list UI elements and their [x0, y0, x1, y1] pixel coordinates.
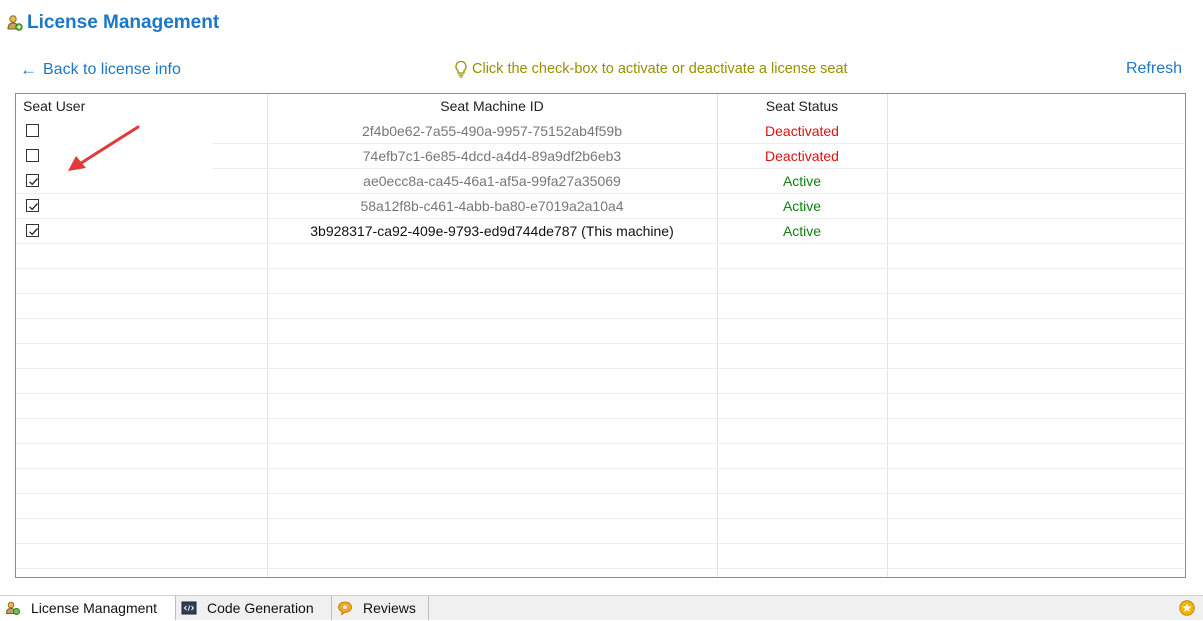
- chat-bubble-icon: [337, 600, 353, 616]
- star-icon[interactable]: [1179, 600, 1195, 616]
- checkmark-icon: [29, 203, 38, 211]
- bottom-tab-bar: License Managment Code Generation Review…: [0, 595, 1203, 620]
- table-row: 3b928317-ca92-409e-9793-ed9d744de787 (Th…: [16, 219, 1185, 244]
- grid-row-line: [16, 243, 1185, 244]
- hint-text: Click the check-box to activate or deact…: [472, 61, 848, 77]
- page-title: License Management: [27, 12, 220, 33]
- grid-row-line: [16, 368, 1185, 369]
- tab-label: License Managment: [31, 600, 158, 616]
- column-header-seat-status[interactable]: Seat Status: [717, 94, 887, 119]
- grid-row-line: [212, 143, 1185, 144]
- table-row: 2f4b0e62-7a55-490a-9957-75152ab4f59b Deac…: [16, 119, 1185, 144]
- lightbulb-icon: [454, 60, 468, 78]
- annotation-arrow-icon: [68, 125, 140, 171]
- grid-row-line: [16, 193, 1185, 194]
- seat-checkbox-checked[interactable]: [26, 224, 39, 237]
- column-header-seat-user[interactable]: Seat User: [23, 94, 85, 119]
- grid-row-line: [16, 543, 1185, 544]
- seat-machine-id: 74efb7c1-6e85-4dcd-a4d4-89a9df2b6eb3: [362, 148, 622, 164]
- grid-row-line: [212, 168, 1185, 169]
- back-link-label: Back to license info: [43, 61, 181, 78]
- grid-row-line: [16, 318, 1185, 319]
- grid-row-line: [16, 268, 1185, 269]
- grid-row-line: [16, 493, 1185, 494]
- grid-row-line: [16, 218, 1185, 219]
- grid-row-line: [16, 443, 1185, 444]
- toolbar: ← Back to license info Click the check-b…: [0, 58, 1203, 84]
- seat-machine-id: 2f4b0e62-7a55-490a-9957-75152ab4f59b: [361, 123, 622, 139]
- seat-checkbox-checked[interactable]: [26, 199, 39, 212]
- grid-row-line: [16, 518, 1185, 519]
- grid-row-line: [16, 393, 1185, 394]
- license-key-icon: [6, 13, 24, 33]
- seat-machine-id: 58a12f8b-c461-4abb-ba80-e7019a2a10a4: [360, 198, 624, 214]
- hint-message: Click the check-box to activate or deact…: [454, 60, 848, 78]
- checkmark-icon: [29, 178, 38, 186]
- table-row: ae0ecc8a-ca45-46a1-af5a-99fa27a35069 Acti…: [16, 169, 1185, 194]
- grid-row-line: [16, 418, 1185, 419]
- title-row: License Management: [6, 9, 219, 37]
- column-header-seat-machine-id[interactable]: Seat Machine ID: [267, 94, 717, 119]
- grid-row-line: [16, 568, 1185, 569]
- code-window-icon: [181, 600, 197, 616]
- grid-row-line: [16, 293, 1185, 294]
- seat-status: Deactivated: [765, 123, 839, 139]
- table-row: 58a12f8b-c461-4abb-ba80-e7019a2a10a4 Acti…: [16, 194, 1185, 219]
- grid-row-line: [16, 468, 1185, 469]
- tab-label: Code Generation: [207, 600, 314, 616]
- seat-status: Active: [782, 223, 822, 239]
- tab-separator: [428, 596, 429, 620]
- tab-code-generation[interactable]: Code Generation: [176, 596, 331, 620]
- tab-label: Reviews: [363, 600, 416, 616]
- key-user-icon: [5, 600, 21, 616]
- seat-status: Active: [782, 198, 822, 214]
- seat-status: Deactivated: [765, 148, 839, 164]
- seats-grid: Seat User Seat Machine ID Seat Status 2f…: [15, 93, 1186, 578]
- grid-row-line: [16, 343, 1185, 344]
- seat-checkbox-unchecked[interactable]: [26, 149, 39, 162]
- seat-checkbox-checked[interactable]: [26, 174, 39, 187]
- table-row: 74efb7c1-6e85-4dcd-a4d4-89a9df2b6eb3 Deac…: [16, 144, 1185, 169]
- seat-checkbox-unchecked[interactable]: [26, 124, 39, 137]
- tab-reviews[interactable]: Reviews: [332, 596, 428, 620]
- refresh-link[interactable]: Refresh: [1126, 60, 1182, 78]
- seat-machine-id: 3b928317-ca92-409e-9793-ed9d744de787 (Th…: [310, 223, 674, 239]
- seat-status: Active: [782, 173, 822, 189]
- back-arrow-icon: ←: [20, 60, 37, 79]
- back-to-license-info-link[interactable]: ← Back to license info: [20, 60, 181, 80]
- tab-license-managment[interactable]: License Managment: [0, 596, 175, 620]
- seat-machine-id: ae0ecc8a-ca45-46a1-af5a-99fa27a35069: [363, 173, 621, 189]
- checkmark-icon: [29, 228, 38, 236]
